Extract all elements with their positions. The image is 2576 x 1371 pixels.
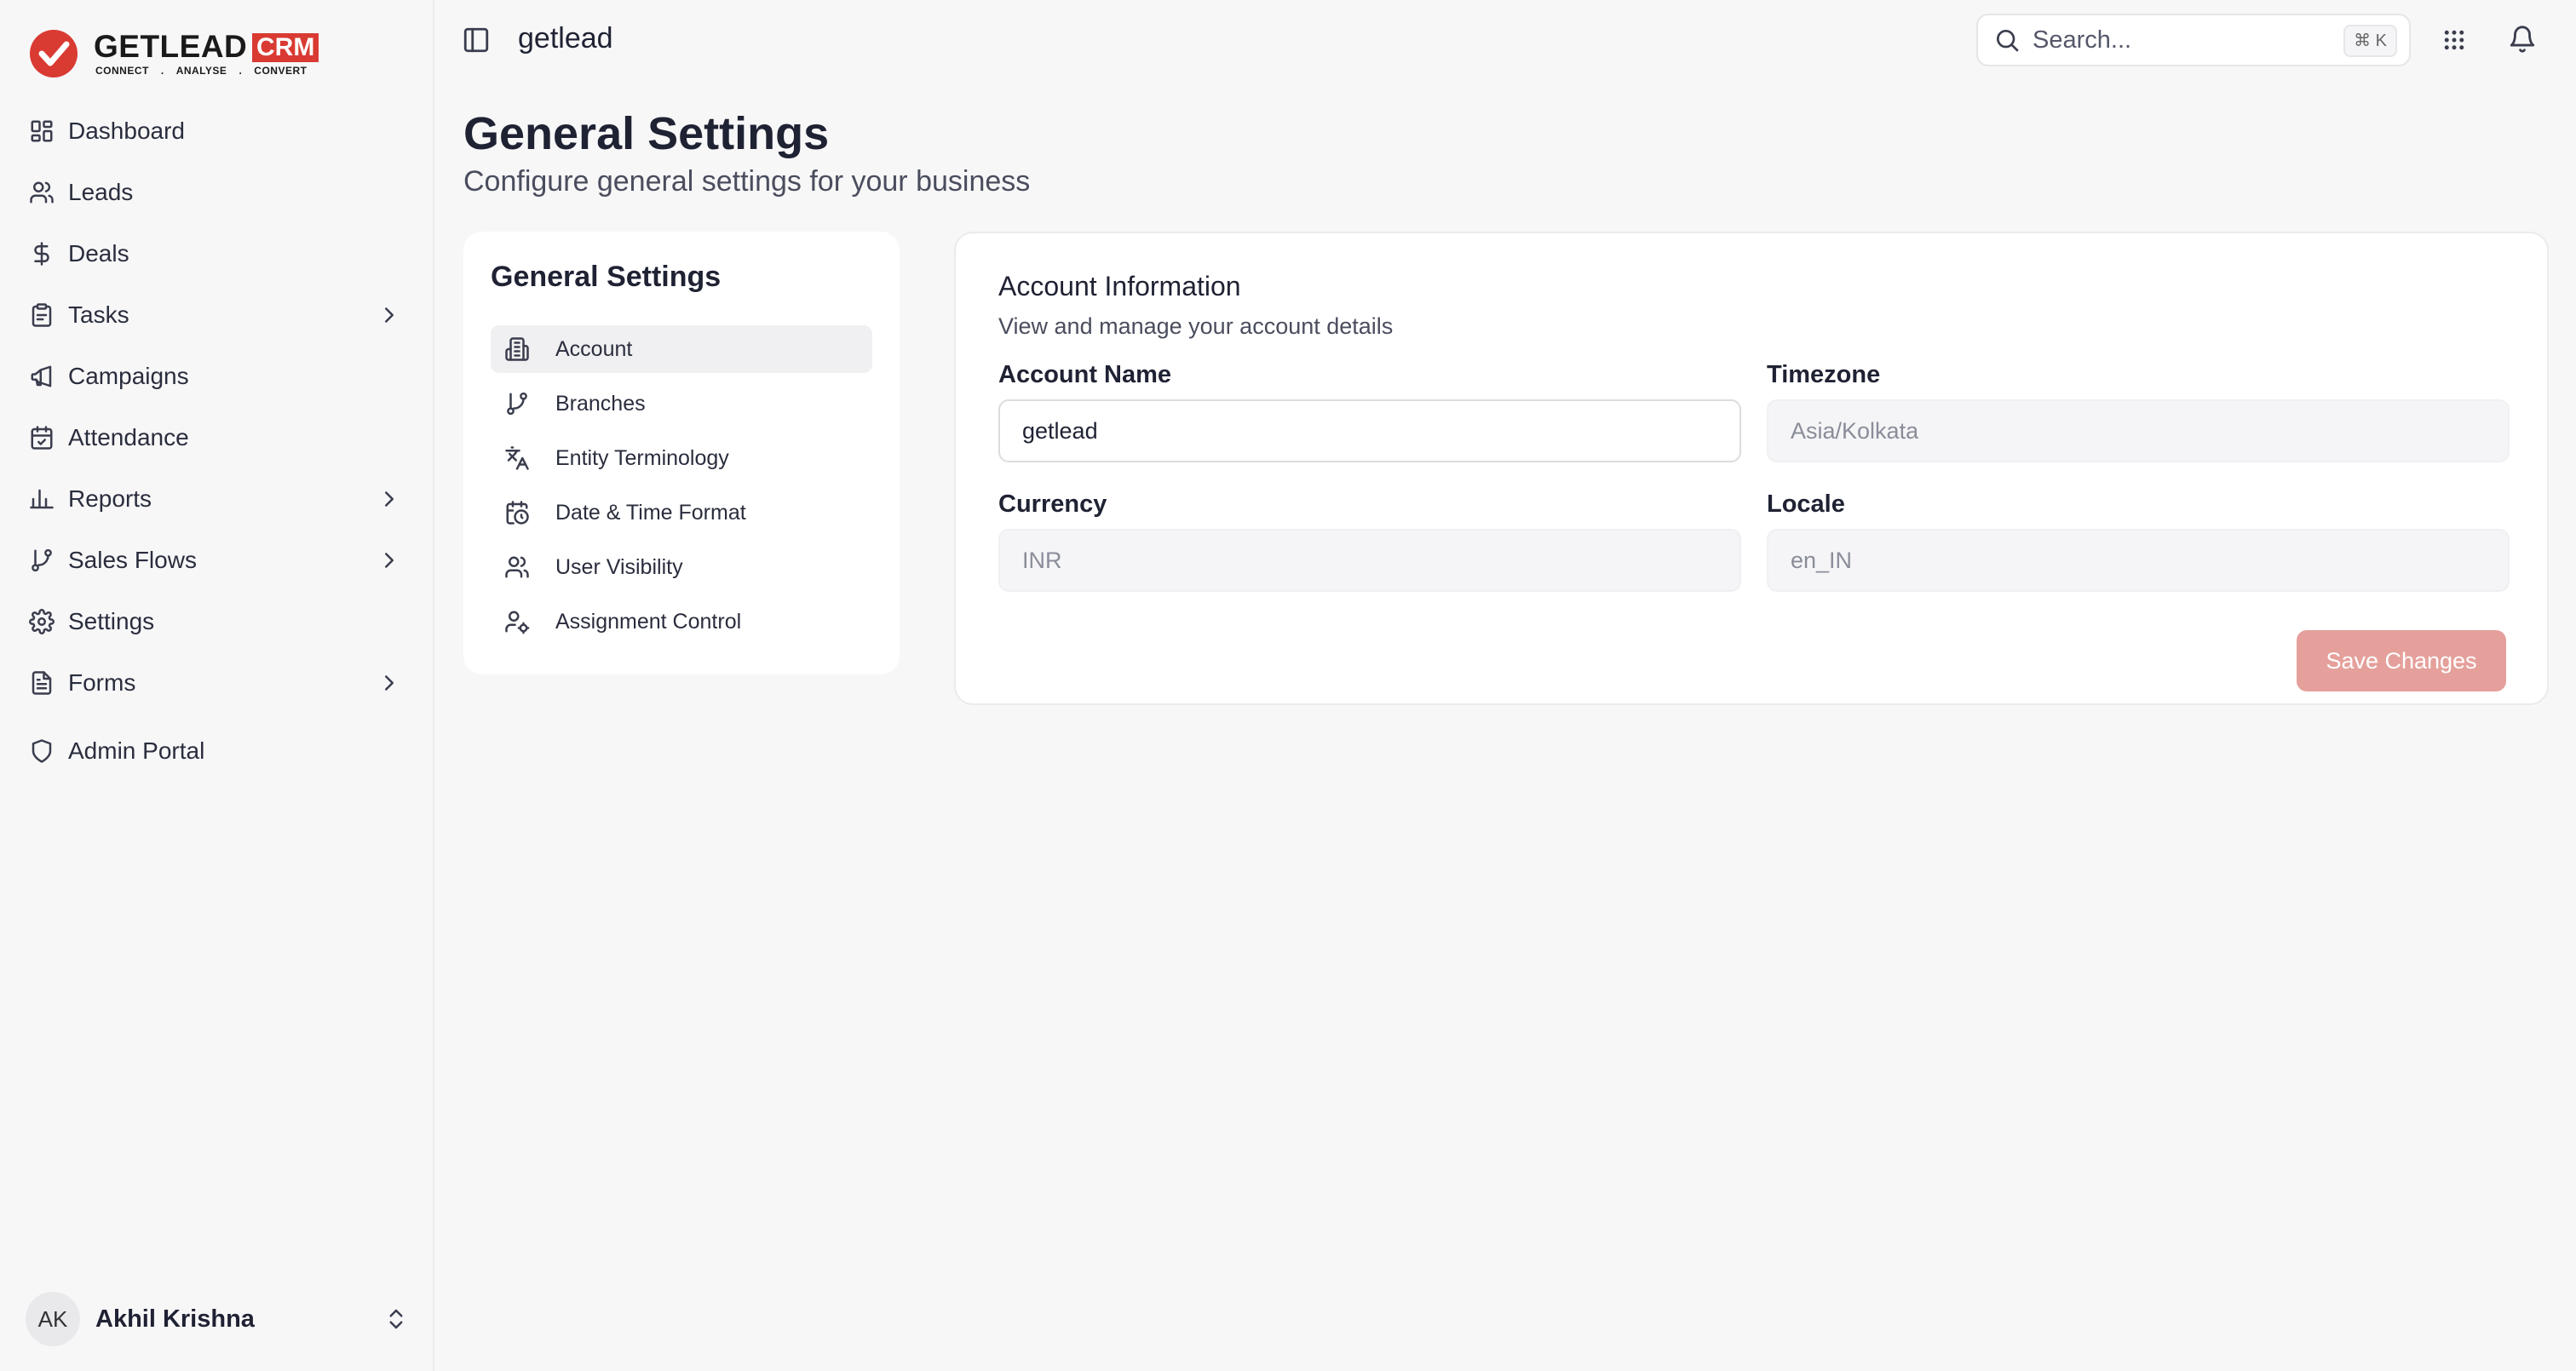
users-icon [505,556,529,578]
sidebar-item-forms[interactable]: Forms [15,657,421,708]
sidebar-item-leads[interactable]: Leads [15,167,421,218]
timezone-field: Timezone [1767,361,2510,462]
sidebar-item-sales-flows[interactable]: Sales Flows [15,535,421,586]
user-menu[interactable]: AK Akhil Krishna [26,1291,409,1347]
account-info-subtitle: View and manage your account details [998,313,1394,339]
currency-input [998,529,1741,592]
page-title: General Settings [463,108,830,159]
sidebar-item-deals[interactable]: Deals [15,228,421,279]
settings-nav-list: Account Branches Entity Terminology Date… [491,325,872,652]
bell-icon[interactable] [2508,25,2537,54]
user-cog-icon [505,611,530,634]
sidebar-item-settings[interactable]: Settings [15,596,421,647]
workspace-name: getlead [518,22,613,54]
checkmark-logo-icon [30,30,78,77]
sidebar-item-label: Tasks [68,301,129,328]
account-info-card: Account Information View and manage your… [954,232,2549,705]
save-changes-button[interactable]: Save Changes [2297,630,2506,691]
settings-item-label: Assignment Control [555,609,742,634]
sidebar-item-label: Attendance [68,424,189,450]
sidebar-item-dashboard[interactable]: Dashboard [15,106,421,157]
gear-icon [29,609,55,634]
shield-icon [32,739,52,763]
sidebar-item-tasks[interactable]: Tasks [15,290,421,341]
settings-item-account[interactable]: Account [491,325,872,373]
settings-item-branches[interactable]: Branches [491,380,872,427]
users-icon [30,181,54,204]
sidebar-item-attendance[interactable]: Attendance [15,412,421,463]
brand-name: GETLEAD [94,29,248,64]
git-branch-icon [32,548,52,572]
sidebar-item-label: Admin Portal [68,737,205,764]
settings-item-label: Date & Time Format [555,500,746,525]
dollar-icon [34,242,49,266]
timezone-label: Timezone [1767,361,1881,388]
sidebar-item-label: Reports [68,485,152,512]
settings-item-entity-terminology[interactable]: Entity Terminology [491,434,872,482]
search-input[interactable] [2033,26,2322,54]
currency-field: Currency [998,490,1741,592]
avatar: AK [26,1292,80,1346]
settings-item-label: Entity Terminology [555,445,729,470]
search-shortcut-badge: ⌘ K [2343,25,2397,57]
chevron-right-icon[interactable] [377,302,402,328]
building-icon [505,337,529,361]
git-branch-icon [507,392,527,416]
sidebar-item-label: Sales Flows [68,547,197,573]
chevrons-up-down-icon[interactable] [383,1306,409,1332]
sidebar-item-label: Settings [68,608,155,634]
sidebar-item-label: Campaigns [68,363,189,389]
page-subtitle: Configure general settings for your busi… [463,165,1031,198]
account-name-field: Account Name [998,361,1741,462]
sidebar: GETLEAD CRM CONNECT. ANALYSE. CONVERT Dash… [0,0,434,1371]
file-text-icon [32,671,52,695]
clipboard-icon [32,303,52,327]
brand-tagline: CONNECT. ANALYSE. CONVERT [95,65,308,77]
brand-suffix: CRM [252,33,319,62]
account-info-title: Account Information [998,271,1241,301]
settings-item-user-visibility[interactable]: User Visibility [491,543,872,591]
bar-chart-icon [30,489,54,509]
locale-field: Locale [1767,490,2510,592]
user-name: Akhil Krishna [95,1305,255,1333]
megaphone-icon [31,365,52,387]
chevron-right-icon[interactable] [377,548,402,573]
main-nav: Dashboard Leads Deals Tasks Campaigns At… [15,106,421,787]
sidebar-item-label: Dashboard [68,118,185,144]
sidebar-item-campaigns[interactable]: Campaigns [15,351,421,402]
top-header: getlead ⌘ K [436,0,2576,80]
settings-nav-title: General Settings [491,261,722,293]
dashboard-grid-icon [31,120,53,142]
sidebar-toggle-icon[interactable] [462,26,491,54]
sidebar-item-label: Leads [68,179,134,205]
translate-icon [505,446,529,470]
settings-item-label: Account [555,336,633,361]
settings-item-label: User Visibility [555,554,683,579]
chevron-right-icon[interactable] [377,486,402,512]
search-bar[interactable]: ⌘ K [1976,14,2411,66]
brand-logo[interactable]: GETLEAD CRM CONNECT. ANALYSE. CONVERT [29,27,319,80]
settings-item-label: Branches [555,391,646,416]
locale-label: Locale [1767,490,1845,518]
search-icon [1997,30,2019,52]
calendar-clock-icon [506,501,529,525]
account-name-input[interactable] [998,399,1741,462]
apps-grid-icon[interactable] [2441,27,2467,53]
settings-item-date-time-format[interactable]: Date & Time Format [491,489,872,536]
sidebar-item-label: Deals [68,240,129,267]
calendar-check-icon [31,426,53,450]
currency-label: Currency [998,490,1107,518]
sidebar-item-reports[interactable]: Reports [15,473,421,525]
chevron-right-icon[interactable] [377,670,402,696]
settings-item-assignment-control[interactable]: Assignment Control [491,598,872,645]
account-name-label: Account Name [998,361,1172,388]
settings-nav-card: General Settings Account Branches Entity… [463,232,900,674]
sidebar-item-admin-portal[interactable]: Admin Portal [15,726,421,777]
sidebar-item-label: Forms [68,669,136,696]
locale-input [1767,529,2510,592]
timezone-input [1767,399,2510,462]
